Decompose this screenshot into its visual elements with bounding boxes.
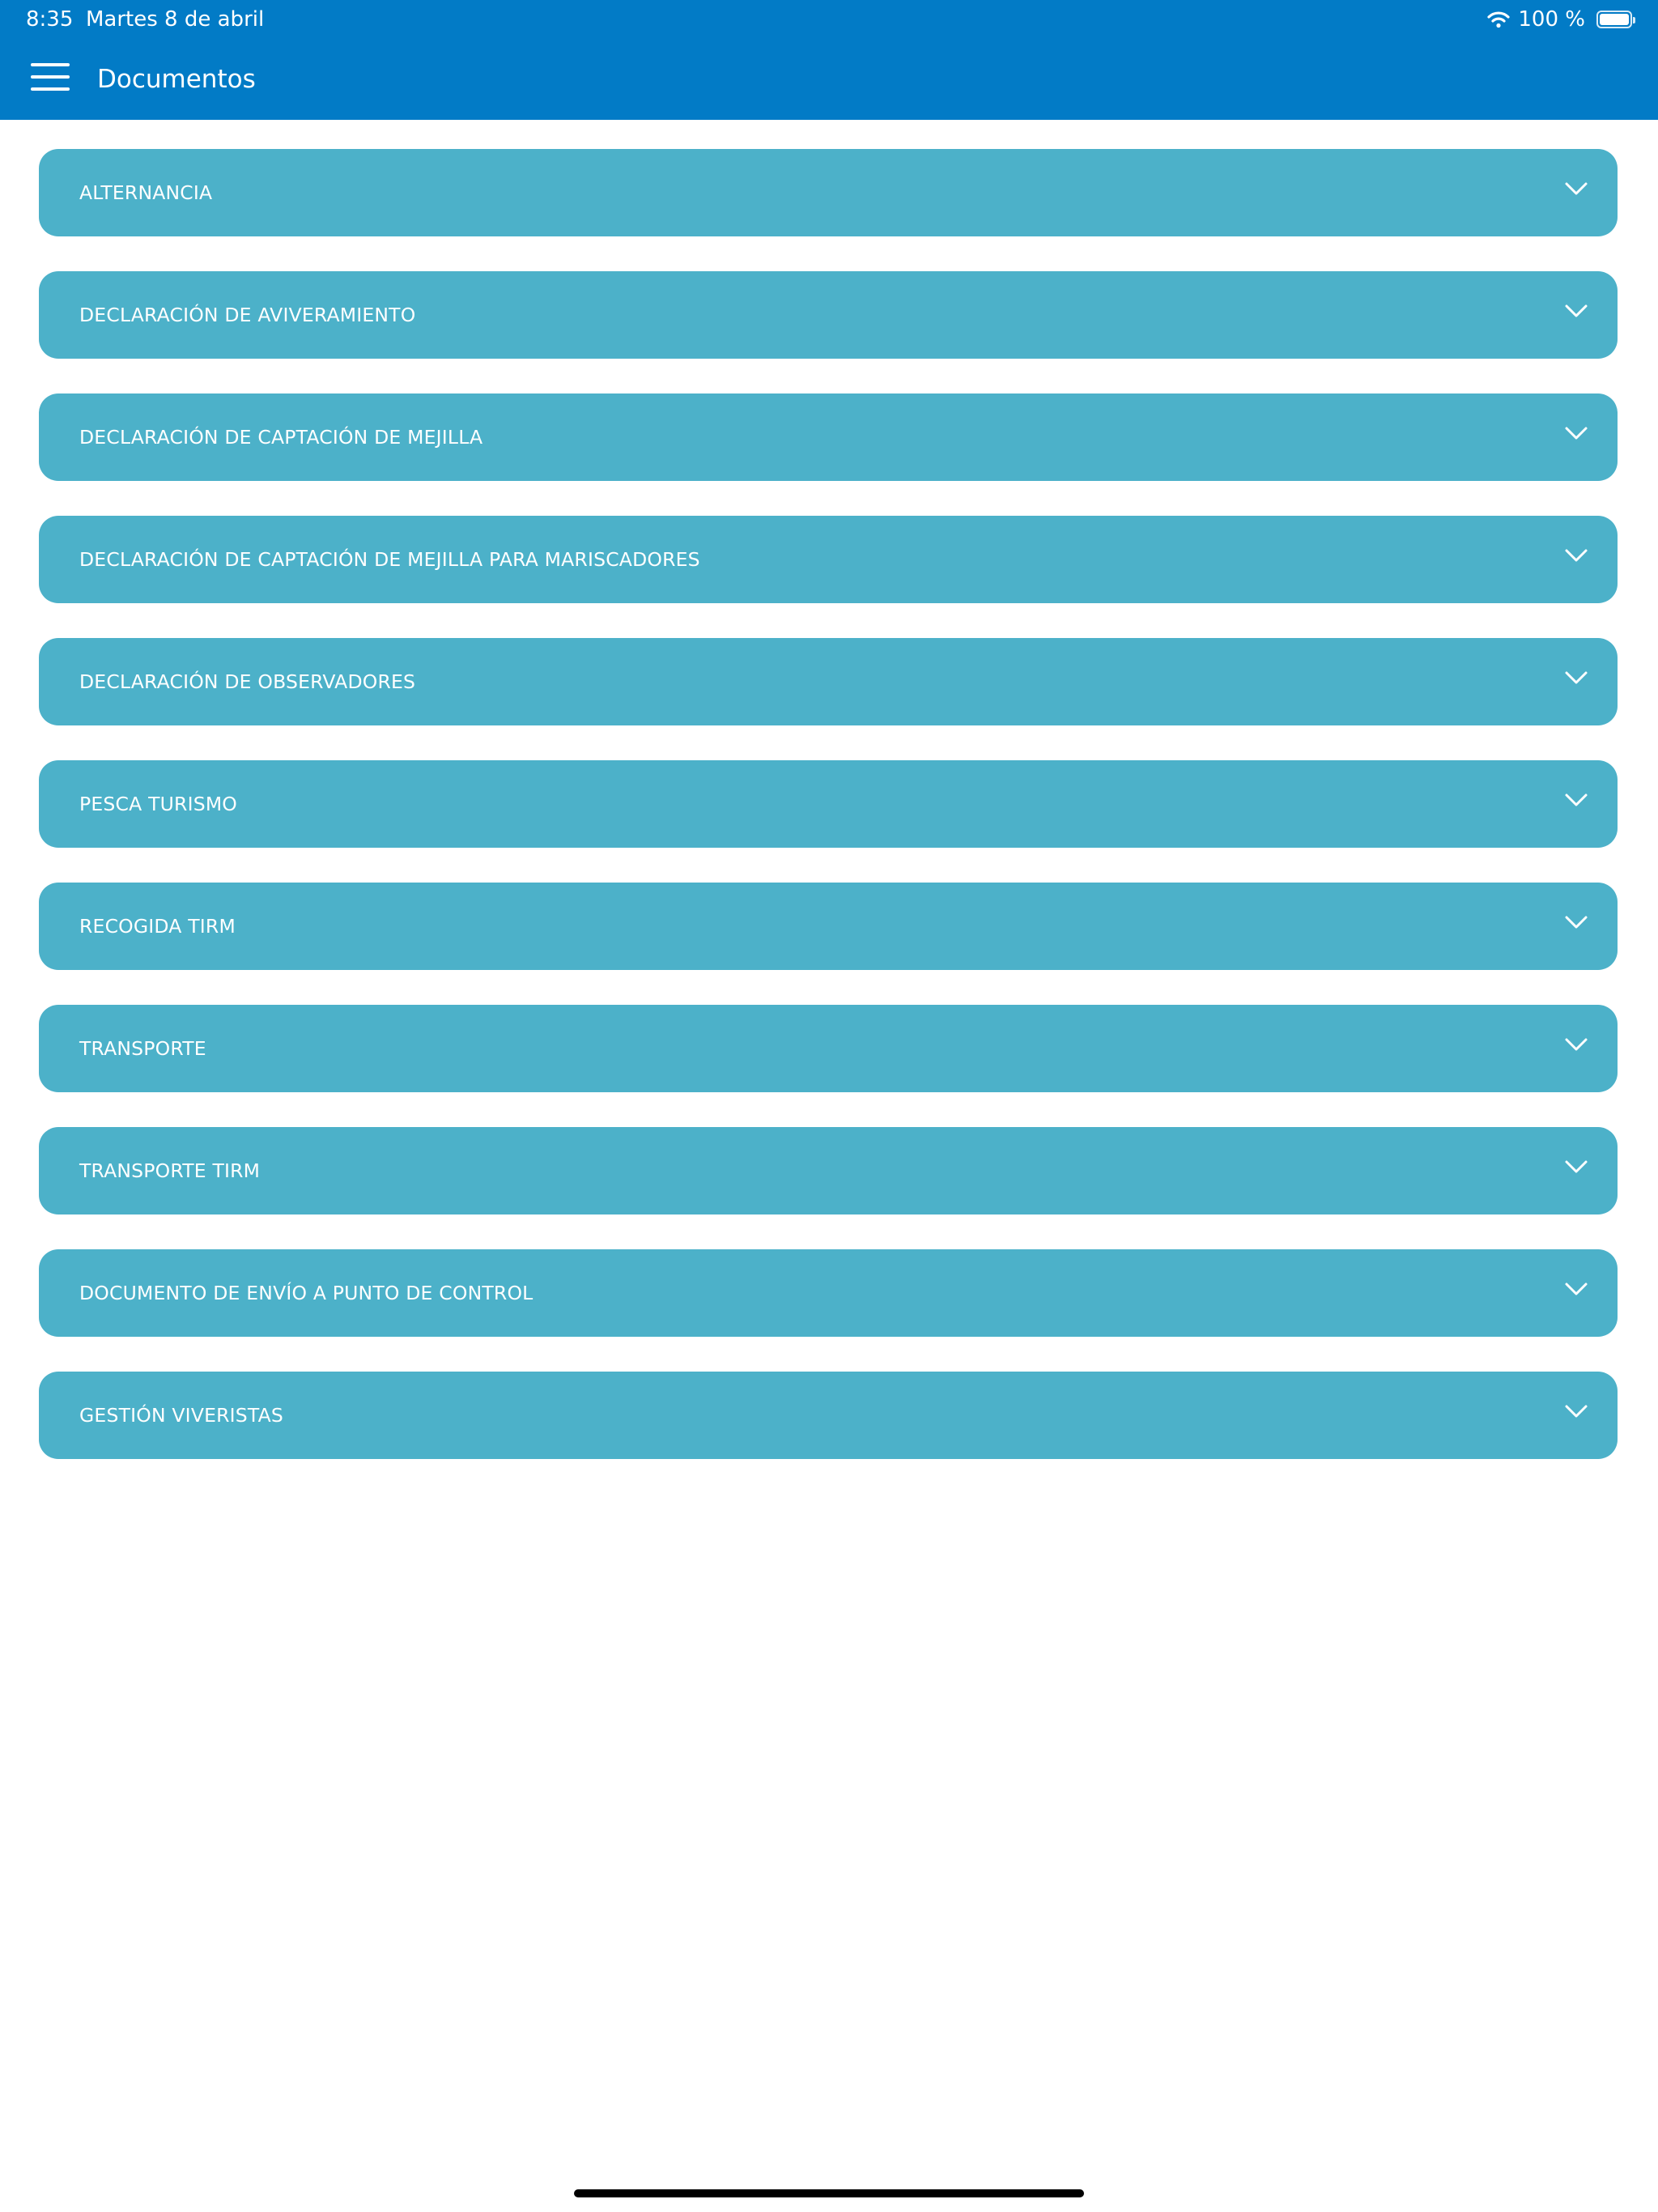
document-category-item[interactable]: TRANSPORTE TIRM — [39, 1127, 1618, 1214]
document-category-label: DECLARACIÓN DE OBSERVADORES — [79, 670, 416, 693]
document-category-item[interactable]: DECLARACIÓN DE AVIVERAMIENTO — [39, 271, 1618, 359]
document-category-item[interactable]: PESCA TURISMO — [39, 760, 1618, 848]
document-category-item[interactable]: DECLARACIÓN DE CAPTACIÓN DE MEJILLA — [39, 393, 1618, 481]
document-category-item[interactable]: TRANSPORTE — [39, 1005, 1618, 1092]
wifi-icon — [1487, 11, 1510, 28]
home-indicator — [574, 2189, 1084, 2197]
document-category-item[interactable]: DECLARACIÓN DE CAPTACIÓN DE MEJILLA PARA… — [39, 516, 1618, 603]
chevron-down-icon — [1565, 182, 1588, 195]
document-category-label: TRANSPORTE TIRM — [79, 1159, 261, 1182]
status-time: 8:35 — [26, 7, 74, 32]
chevron-down-icon — [1565, 916, 1588, 929]
document-category-item[interactable]: DOCUMENTO DE ENVÍO A PUNTO DE CONTROL — [39, 1249, 1618, 1337]
document-category-label: DOCUMENTO DE ENVÍO A PUNTO DE CONTROL — [79, 1282, 534, 1304]
chevron-down-icon — [1565, 549, 1588, 562]
page-title: Documentos — [97, 65, 256, 94]
chevron-down-icon — [1565, 1160, 1588, 1173]
document-category-label: DECLARACIÓN DE AVIVERAMIENTO — [79, 304, 416, 326]
status-indicators: 100 % — [1487, 5, 1635, 34]
document-category-item[interactable]: RECOGIDA TIRM — [39, 883, 1618, 970]
chevron-down-icon — [1565, 427, 1588, 440]
document-category-item[interactable]: ALTERNANCIA — [39, 149, 1618, 236]
document-category-label: GESTIÓN VIVERISTAS — [79, 1404, 284, 1427]
document-category-label: TRANSPORTE — [79, 1037, 206, 1060]
status-date: Martes 8 de abril — [86, 7, 265, 32]
chevron-down-icon — [1565, 1283, 1588, 1295]
app-header: 8:35 Martes 8 de abril 100 % Documentos — [0, 0, 1658, 120]
hamburger-menu-icon[interactable] — [31, 62, 71, 92]
battery-percentage: 100 % — [1518, 7, 1585, 32]
chevron-down-icon — [1565, 1405, 1588, 1418]
document-category-item[interactable]: DECLARACIÓN DE OBSERVADORES — [39, 638, 1618, 725]
document-category-label: DECLARACIÓN DE CAPTACIÓN DE MEJILLA — [79, 426, 483, 449]
chevron-down-icon — [1565, 671, 1588, 684]
document-category-label: RECOGIDA TIRM — [79, 915, 236, 938]
chevron-down-icon — [1565, 793, 1588, 806]
document-category-label: PESCA TURISMO — [79, 793, 237, 815]
chevron-down-icon — [1565, 304, 1588, 317]
documents-list: ALTERNANCIA DECLARACIÓN DE AVIVERAMIENTO D… — [39, 149, 1618, 1494]
document-category-item[interactable]: GESTIÓN VIVERISTAS — [39, 1372, 1618, 1459]
chevron-down-icon — [1565, 1038, 1588, 1051]
document-category-label: ALTERNANCIA — [79, 181, 213, 204]
document-category-label: DECLARACIÓN DE CAPTACIÓN DE MEJILLA PARA… — [79, 548, 700, 571]
battery-icon — [1596, 11, 1635, 28]
